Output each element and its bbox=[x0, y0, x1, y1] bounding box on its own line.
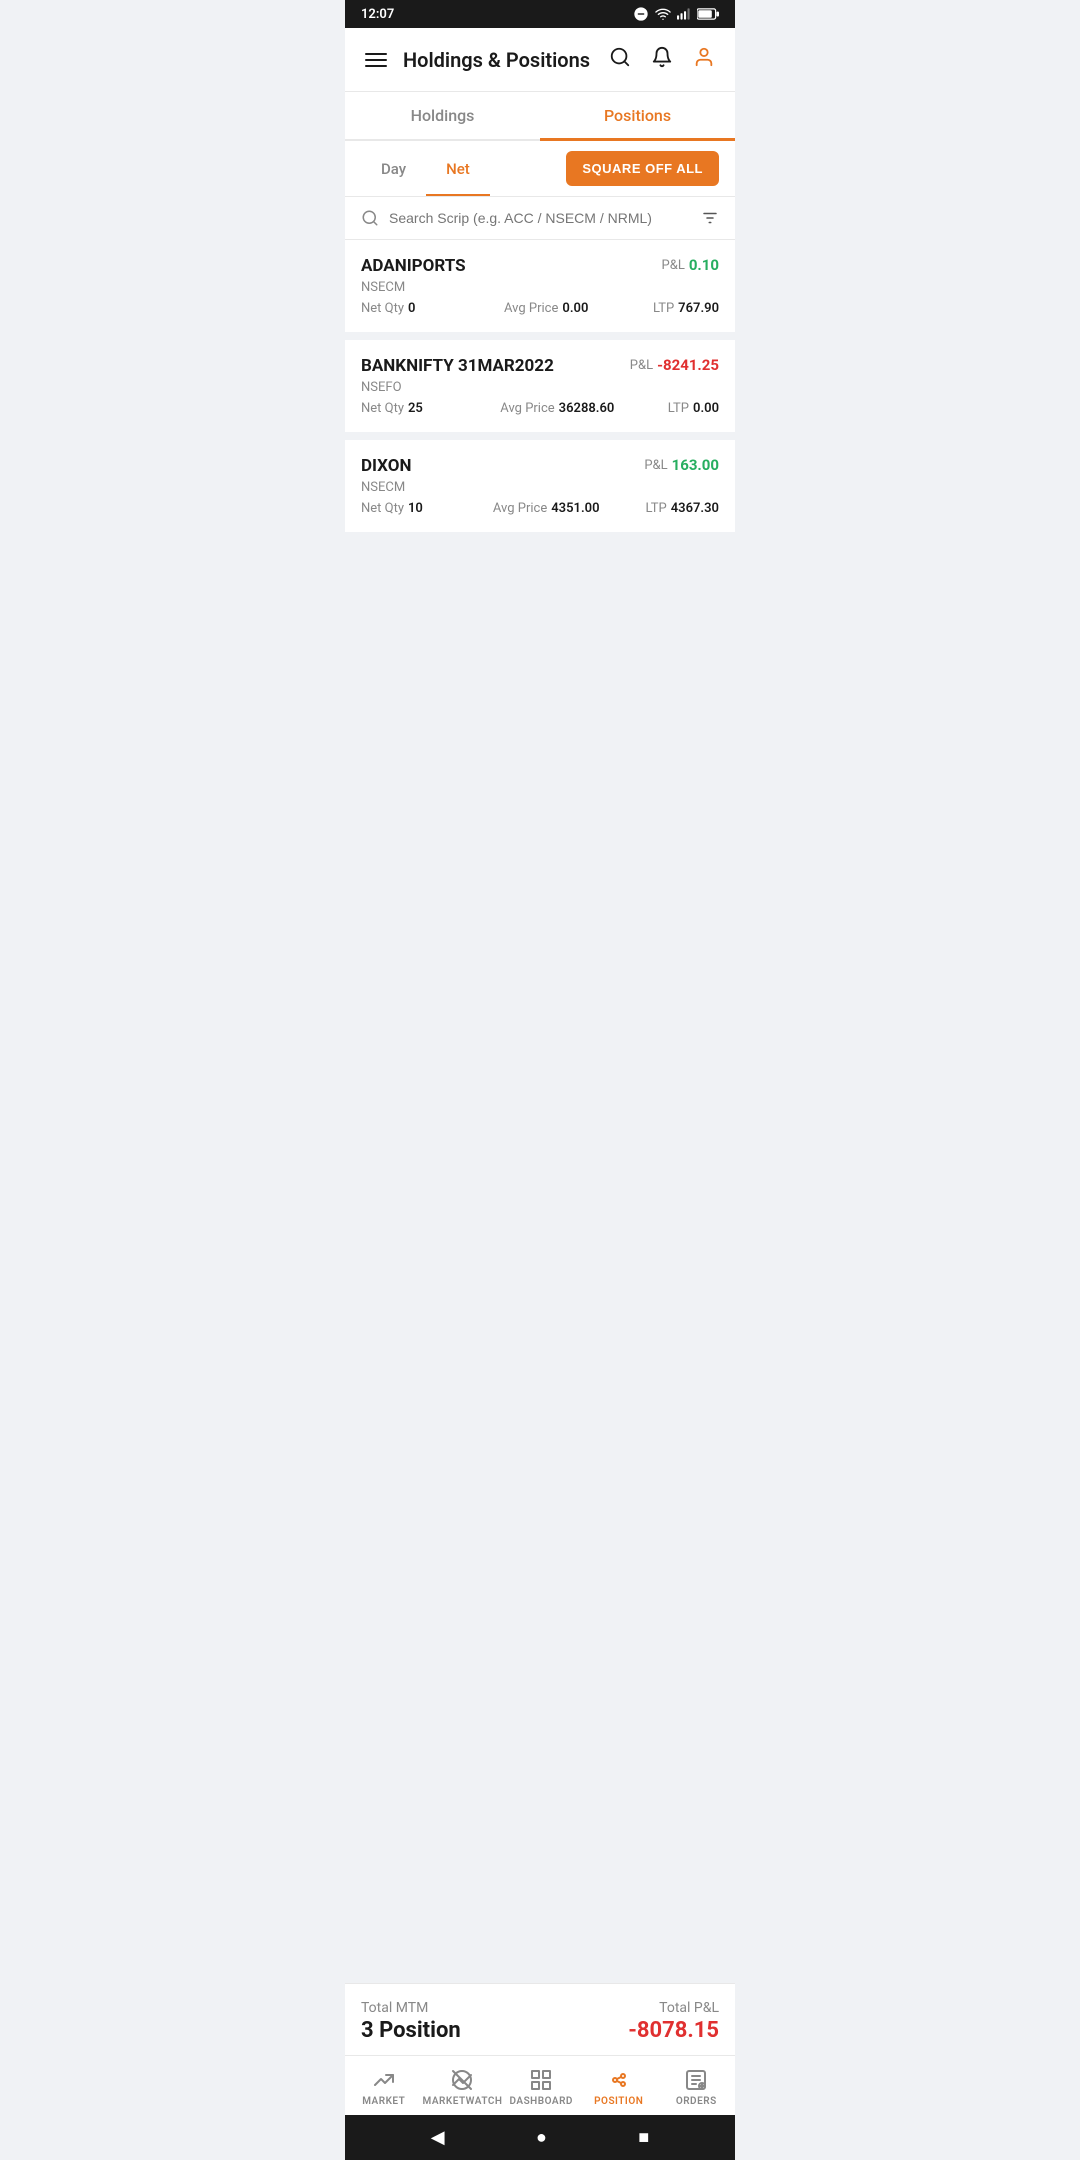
back-button[interactable]: ◀ bbox=[431, 2127, 445, 2148]
position-name: ADANIPORTS bbox=[361, 256, 466, 276]
signal-icon bbox=[677, 7, 691, 21]
summary-left: Total MTM 3 Position bbox=[361, 2000, 461, 2043]
position-name: DIXON bbox=[361, 456, 411, 476]
pnl-value: 0.10 bbox=[689, 256, 719, 274]
avg-price-group: Avg Price 4351.00 bbox=[493, 501, 600, 516]
search-icon bbox=[609, 46, 631, 68]
status-bar: 12:07 bbox=[345, 0, 735, 28]
nav-market[interactable]: MARKET bbox=[345, 2064, 423, 2111]
position-card-banknifty[interactable]: BANKNIFTY 31MAR2022 P&L -8241.25 NSEFO N… bbox=[345, 340, 735, 432]
nav-dashboard-label: DASHBOARD bbox=[509, 2096, 572, 2107]
position-card-adaniports[interactable]: ADANIPORTS P&L 0.10 NSECM Net Qty 0 Avg … bbox=[345, 240, 735, 332]
pnl-value: 163.00 bbox=[672, 456, 719, 474]
user-icon bbox=[693, 46, 715, 68]
pnl-row: P&L 163.00 bbox=[644, 456, 719, 474]
tab-positions[interactable]: Positions bbox=[540, 92, 735, 139]
position-icon bbox=[607, 2068, 631, 2092]
dashboard-icon bbox=[529, 2068, 553, 2092]
wifi-icon bbox=[655, 6, 671, 22]
status-time: 12:07 bbox=[361, 7, 394, 22]
subtab-net[interactable]: Net bbox=[426, 152, 490, 186]
avg-price-group: Avg Price 36288.60 bbox=[500, 401, 614, 416]
main-tabs: Holdings Positions bbox=[345, 92, 735, 141]
marketwatch-icon bbox=[450, 2068, 474, 2092]
positions-list: ADANIPORTS P&L 0.10 NSECM Net Qty 0 Avg … bbox=[345, 240, 735, 1983]
system-nav: ◀ ● ■ bbox=[345, 2115, 735, 2160]
net-qty-group: Net Qty 0 bbox=[361, 301, 415, 316]
search-scrip-input[interactable] bbox=[389, 210, 691, 226]
orders-icon bbox=[684, 2068, 708, 2092]
avg-price-group: Avg Price 0.00 bbox=[504, 301, 588, 316]
bottom-nav: MARKET MARKETWATCH DASHBOARD POSITION bbox=[345, 2055, 735, 2115]
exchange-label: NSECM bbox=[361, 280, 405, 295]
pnl-row: P&L 0.10 bbox=[662, 256, 719, 274]
nav-orders[interactable]: ORDERS bbox=[657, 2064, 735, 2111]
nav-market-label: MARKET bbox=[362, 2096, 405, 2107]
filter-icon[interactable] bbox=[701, 209, 719, 227]
recents-button[interactable]: ■ bbox=[638, 2127, 649, 2148]
search-scrip-icon bbox=[361, 209, 379, 227]
nav-marketwatch-label: MARKETWATCH bbox=[423, 2096, 503, 2107]
profile-button[interactable] bbox=[689, 42, 719, 77]
exchange-label: NSECM bbox=[361, 480, 405, 495]
sub-tabs: Day Net SQUARE OFF ALL bbox=[345, 141, 735, 197]
ltp-group: LTP 0.00 bbox=[668, 401, 719, 416]
search-button[interactable] bbox=[605, 42, 635, 77]
tab-holdings[interactable]: Holdings bbox=[345, 92, 540, 139]
net-qty-group: Net Qty 25 bbox=[361, 401, 423, 416]
exchange-label: NSEFO bbox=[361, 380, 402, 395]
subtab-day[interactable]: Day bbox=[361, 152, 426, 186]
dnd-icon bbox=[633, 6, 649, 22]
ltp-group: LTP 4367.30 bbox=[646, 501, 719, 516]
status-icons bbox=[633, 6, 719, 22]
square-off-all-button[interactable]: SQUARE OFF ALL bbox=[566, 151, 719, 186]
hamburger-menu[interactable] bbox=[361, 49, 391, 71]
pnl-row: P&L -8241.25 bbox=[630, 356, 719, 374]
net-qty-group: Net Qty 10 bbox=[361, 501, 423, 516]
pnl-value: -8241.25 bbox=[657, 356, 719, 374]
nav-orders-label: ORDERS bbox=[676, 2096, 717, 2107]
position-card-dixon[interactable]: DIXON P&L 163.00 NSECM Net Qty 10 Avg Pr… bbox=[345, 440, 735, 532]
summary-right: Total P&L -8078.15 bbox=[628, 2000, 719, 2043]
ltp-group: LTP 767.90 bbox=[653, 301, 719, 316]
notifications-button[interactable] bbox=[647, 42, 677, 77]
market-icon bbox=[372, 2068, 396, 2092]
nav-dashboard[interactable]: DASHBOARD bbox=[502, 2064, 580, 2111]
nav-position[interactable]: POSITION bbox=[580, 2064, 658, 2111]
page-title: Holdings & Positions bbox=[403, 48, 593, 72]
nav-marketwatch[interactable]: MARKETWATCH bbox=[423, 2064, 503, 2111]
home-button[interactable]: ● bbox=[536, 2127, 547, 2148]
bell-icon bbox=[651, 46, 673, 68]
nav-position-label: POSITION bbox=[594, 2096, 643, 2107]
battery-icon bbox=[697, 8, 719, 20]
position-name: BANKNIFTY 31MAR2022 bbox=[361, 356, 554, 376]
header: Holdings & Positions bbox=[345, 28, 735, 92]
search-bar bbox=[345, 197, 735, 240]
bottom-summary: Total MTM 3 Position Total P&L -8078.15 bbox=[345, 1983, 735, 2055]
